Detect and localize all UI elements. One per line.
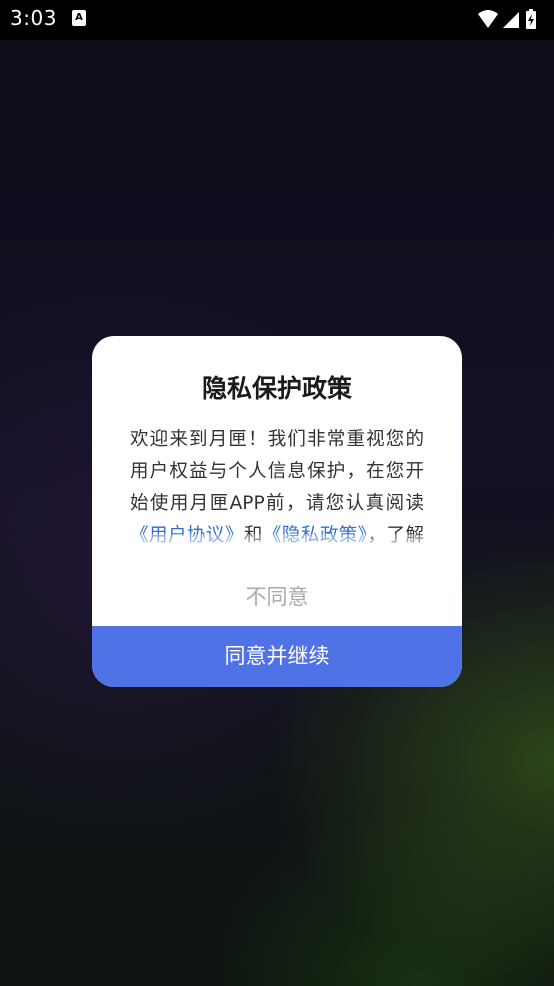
status-time: 3:03 (10, 6, 57, 30)
dialog-body[interactable]: 欢迎来到月匣！我们非常重视您的用户权益与个人信息保护，在您开始使用月匣APP前，… (130, 424, 424, 556)
privacy-policy-dialog: 隐私保护政策 欢迎来到月匣！我们非常重视您的用户权益与个人信息保护，在您开始使用… (92, 336, 462, 687)
agree-and-continue-button[interactable]: 同意并继续 (92, 626, 462, 687)
notification-a-label: A (75, 12, 83, 23)
body-text-intro: 欢迎来到月匣！我们非常重视您的用户权益与个人信息保护，在您开始使用月匣APP前，… (130, 429, 424, 514)
status-icons (476, 8, 546, 30)
battery-charging-icon (526, 9, 536, 29)
dialog-title: 隐私保护政策 (201, 374, 352, 403)
notification-a-icon: A (72, 10, 86, 26)
body-scroll-fade (130, 534, 424, 556)
wifi-icon (478, 10, 498, 28)
screen: 3:03 A 隐私保护政策 欢迎来到月匣！我们非常重视您的用户权益与个人信息保护… (0, 0, 554, 986)
disagree-button[interactable]: 不同意 (92, 572, 462, 622)
status-bar: 3:03 A (0, 0, 554, 40)
cellular-signal-icon (503, 12, 519, 28)
